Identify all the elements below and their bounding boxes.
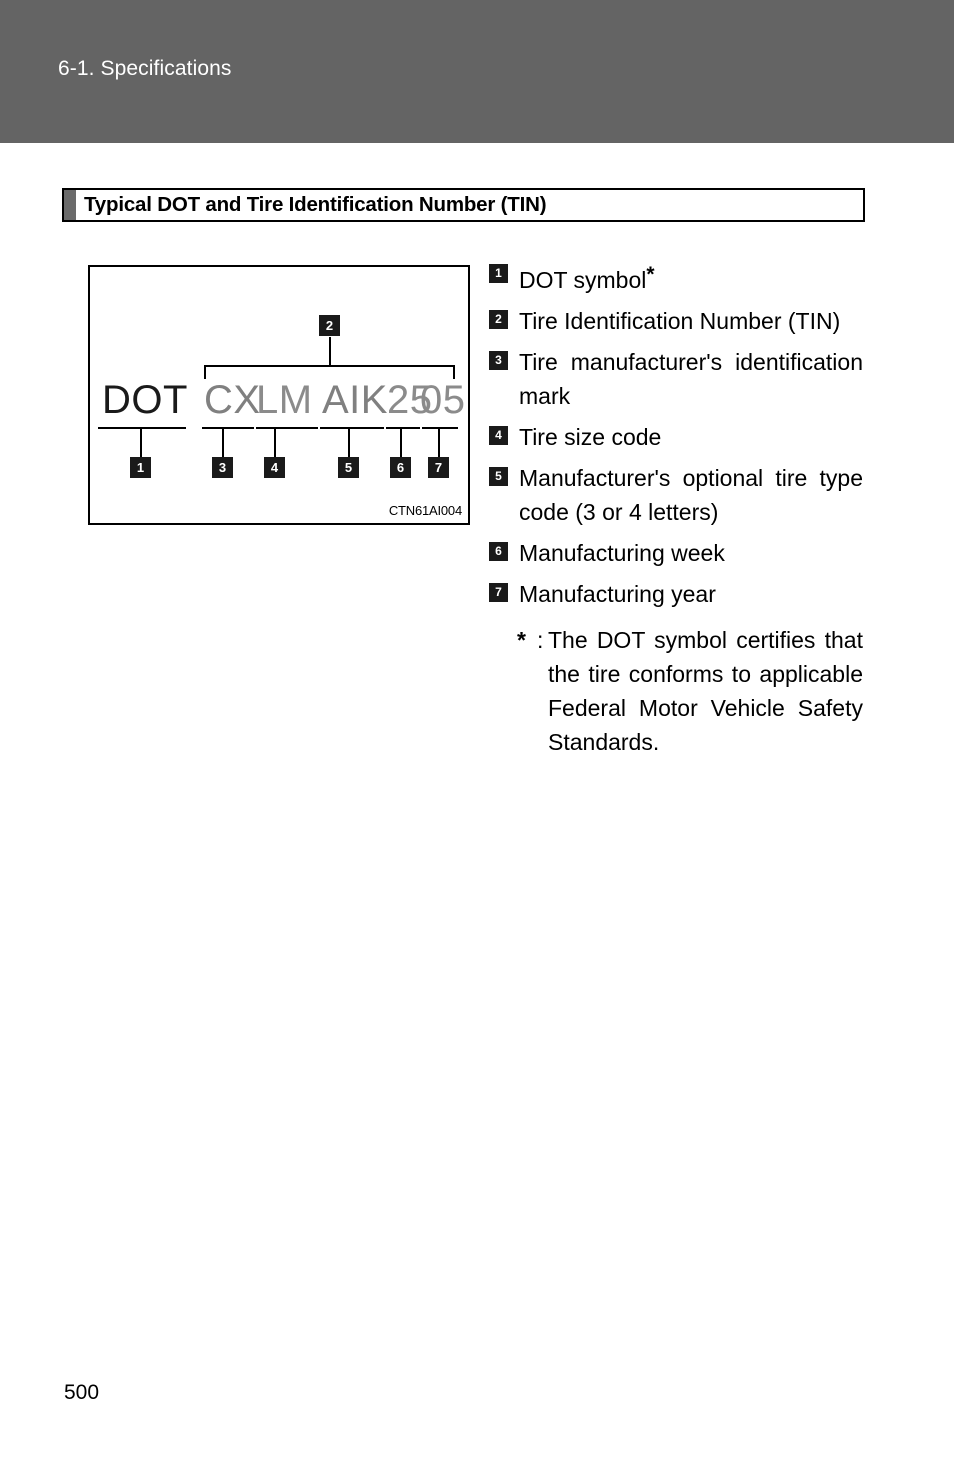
footnote-colon: : <box>537 627 544 653</box>
tin-segment-dot: DOT <box>102 378 188 422</box>
figure-badge-7: 7 <box>428 457 449 478</box>
legend-badge-3: 3 <box>489 351 508 370</box>
legend-label-1: DOT symbol* <box>519 258 863 297</box>
legend-label-6: Manufacturing week <box>519 540 725 566</box>
legend-badge-2: 2 <box>489 310 508 329</box>
legend-item-3: 3 Tire manufacturer's identification mar… <box>489 345 863 413</box>
legend-badge-7: 7 <box>489 583 508 602</box>
footnote: * : The DOT symbol certifies that the ti… <box>489 623 863 759</box>
figure-badge-5: 5 <box>338 457 359 478</box>
legend-badge-5: 5 <box>489 467 508 486</box>
figure-badge-2: 2 <box>319 315 340 336</box>
underline-aik <box>320 427 384 429</box>
page-number: 500 <box>64 1381 100 1404</box>
running-header-band: 6-1. Specifications <box>0 0 954 143</box>
legend-list: 1 DOT symbol* 2 Tire Identification Numb… <box>489 258 863 759</box>
tin-segment-lm: LM <box>256 378 313 422</box>
leader-4 <box>274 427 276 457</box>
figure-badge-4: 4 <box>264 457 285 478</box>
leader-7 <box>438 427 440 457</box>
underline-lm <box>256 427 318 429</box>
legend-label-5: Manufacturer's optional tire type code (… <box>519 465 863 525</box>
leader-6 <box>400 427 402 457</box>
underline-05 <box>422 427 458 429</box>
legend-label-7: Manufacturing year <box>519 581 716 607</box>
legend-label-3: Tire manufacturer's identification mark <box>519 349 863 409</box>
tin-segment-aik: AIK <box>322 378 388 422</box>
tin-segment-05: 05 <box>420 378 466 422</box>
figure-badge-3: 3 <box>212 457 233 478</box>
section-title-text: Typical DOT and Tire Identification Numb… <box>84 193 547 216</box>
leader-3 <box>222 427 224 457</box>
legend-item-6: 6 Manufacturing week <box>489 536 863 570</box>
footnote-text: The DOT symbol certifies that the tire c… <box>548 627 863 755</box>
underline-dot <box>98 427 186 429</box>
tin-segment-cx: CX <box>204 378 261 422</box>
legend-badge-1: 1 <box>489 264 508 283</box>
underline-25 <box>386 427 420 429</box>
legend-label-4: Tire size code <box>519 424 662 450</box>
legend-item-5: 5 Manufacturer's optional tire type code… <box>489 461 863 529</box>
underline-cx <box>202 427 254 429</box>
legend-item-1: 1 DOT symbol* <box>489 258 863 297</box>
legend-item-7: 7 Manufacturing year <box>489 577 863 611</box>
legend-badge-6: 6 <box>489 542 508 561</box>
figure-badge-1: 1 <box>130 457 151 478</box>
leader-5 <box>348 427 350 457</box>
section-title-bar: Typical DOT and Tire Identification Numb… <box>62 188 865 222</box>
leader-1 <box>140 427 142 457</box>
tin-string: DOT CX LM AIK 25 05 <box>90 377 468 427</box>
tin-figure: 2 DOT CX LM AIK 25 05 1 3 4 5 6 7 CTN61A… <box>88 265 470 525</box>
figure-badge-6: 6 <box>390 457 411 478</box>
figure-reference-code: CTN61AI004 <box>388 503 462 518</box>
legend-label-1-text: DOT symbol <box>519 267 647 293</box>
legend-label-2: Tire Identification Number (TIN) <box>519 308 841 334</box>
footnote-marker-icon: * <box>646 263 655 286</box>
footnote-asterisk-icon: * <box>517 627 526 653</box>
callout-2-stem <box>329 337 331 367</box>
running-header-title: 6-1. Specifications <box>58 57 232 80</box>
legend-badge-4: 4 <box>489 426 508 445</box>
section-title-accent-block <box>64 190 76 220</box>
legend-item-2: 2 Tire Identification Number (TIN) <box>489 304 863 338</box>
legend-item-4: 4 Tire size code <box>489 420 863 454</box>
